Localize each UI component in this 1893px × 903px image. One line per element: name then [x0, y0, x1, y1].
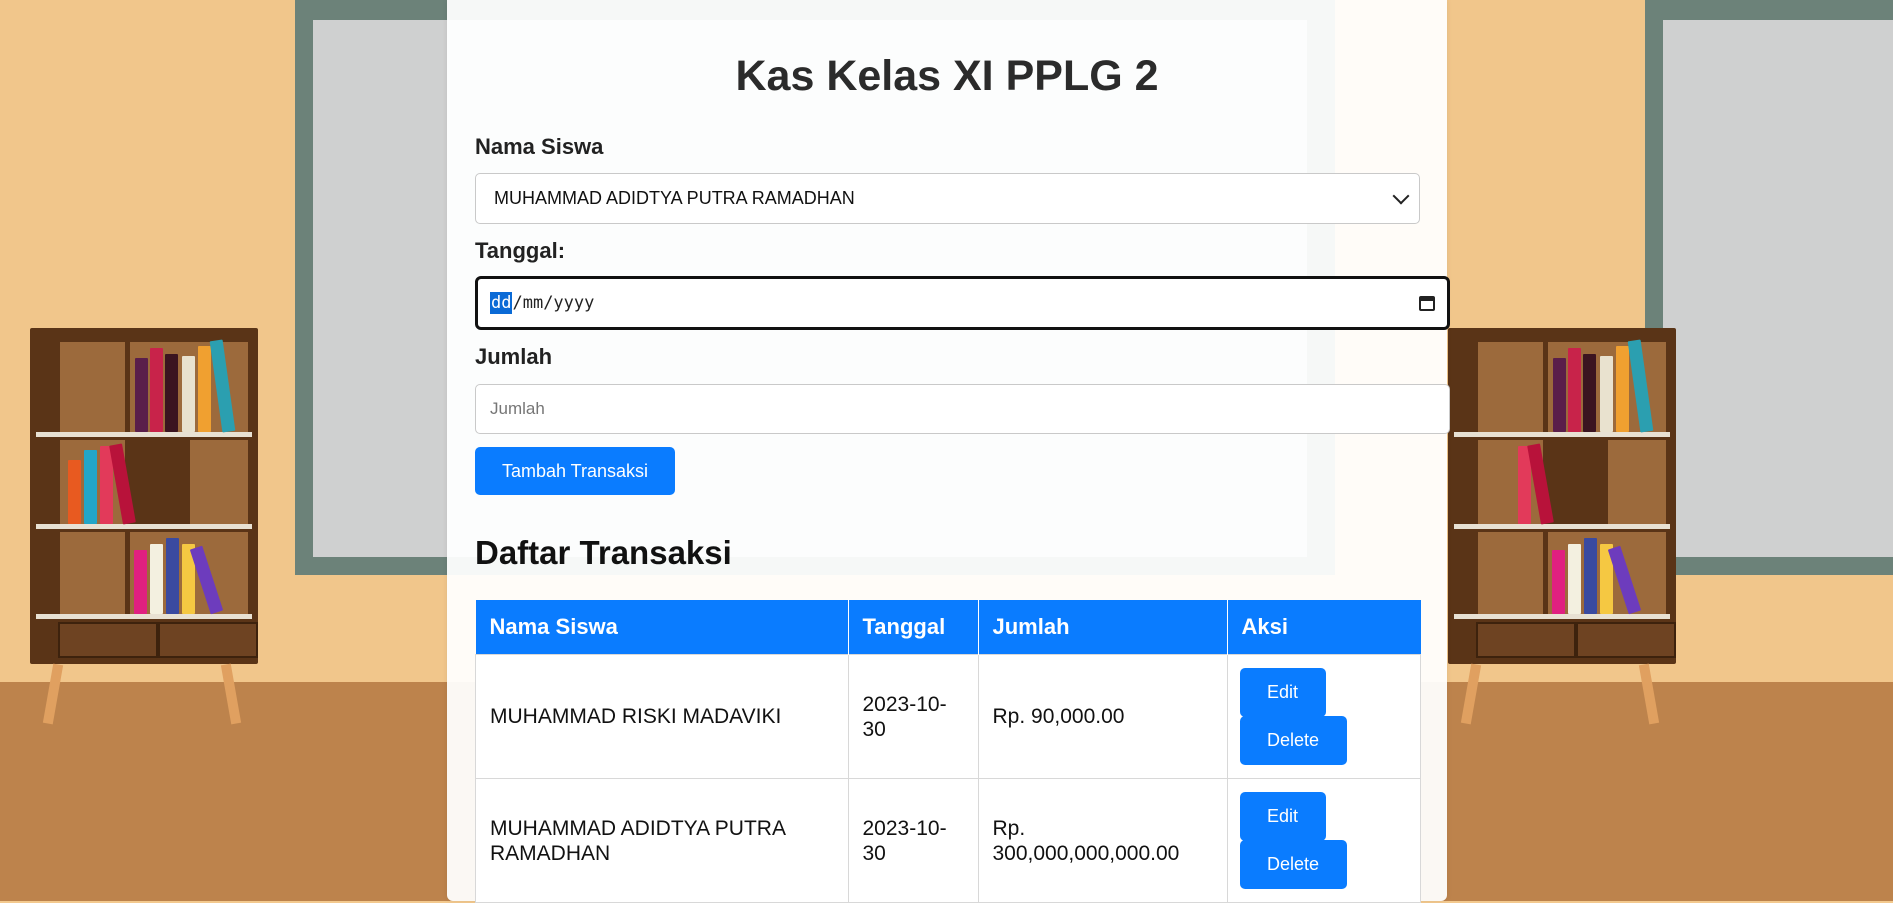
date-input-placeholder: dd/mm/yyyy: [490, 292, 595, 314]
amount-input[interactable]: Jumlah: [475, 384, 1450, 434]
amount-label: Jumlah: [475, 344, 553, 369]
date-rest-segment: /mm/yyyy: [512, 293, 595, 313]
column-header-actions: Aksi: [1227, 600, 1421, 655]
cell-name: MUHAMMAD ADIDTYA PUTRA RAMADHAN: [475, 778, 849, 903]
column-header-date: Tanggal: [848, 600, 979, 655]
cell-name: MUHAMMAD RISKI MADAVIKI: [475, 654, 849, 779]
chalkboard-right: [1645, 0, 1893, 575]
cell-date: 2023-10-30: [847, 778, 979, 903]
add-transaction-button[interactable]: Tambah Transaksi: [475, 447, 675, 495]
cell-amount: Rp. 300,000,000,000.00: [977, 778, 1228, 903]
date-day-segment[interactable]: dd: [490, 292, 513, 314]
edit-button[interactable]: Edit: [1239, 792, 1326, 841]
calendar-icon[interactable]: [1419, 295, 1435, 311]
main-card: Kas Kelas XI PPLG 2 Nama Siswa MUHAMMAD …: [447, 0, 1450, 903]
edit-button[interactable]: Edit: [1239, 668, 1326, 717]
cell-actions: Edit Delete: [1226, 654, 1421, 779]
chevron-down-icon: [1392, 187, 1410, 204]
cell-date: 2023-10-30: [847, 654, 979, 779]
student-label: Nama Siswa: [475, 134, 604, 159]
transactions-title: Daftar Transaksi: [475, 534, 732, 571]
column-header-amount: Jumlah: [978, 600, 1228, 655]
student-select[interactable]: MUHAMMAD ADIDTYA PUTRA RAMADHAN: [475, 173, 1420, 224]
page-title: Kas Kelas XI PPLG 2: [735, 52, 1159, 100]
cell-amount: Rp. 90,000.00: [977, 654, 1228, 779]
table-row: MUHAMMAD ADIDTYA PUTRA RAMADHAN 2023-10-…: [475, 778, 1421, 903]
date-input[interactable]: dd/mm/yyyy: [475, 276, 1450, 330]
delete-button[interactable]: Delete: [1239, 840, 1347, 889]
cell-actions: Edit Delete: [1226, 778, 1421, 903]
delete-button[interactable]: Delete: [1239, 716, 1347, 765]
table-row: MUHAMMAD RISKI MADAVIKI 2023-10-30 Rp. 9…: [475, 654, 1421, 779]
column-header-name: Nama Siswa: [475, 600, 849, 655]
date-label: Tanggal:: [475, 238, 566, 263]
transactions-table: Nama Siswa Tanggal Jumlah Aksi MUHAMMAD …: [475, 600, 1421, 903]
amount-input-placeholder: Jumlah: [490, 399, 545, 418]
student-select-value: MUHAMMAD ADIDTYA PUTRA RAMADHAN: [494, 188, 855, 208]
table-header-row: Nama Siswa Tanggal Jumlah Aksi: [475, 600, 1421, 655]
